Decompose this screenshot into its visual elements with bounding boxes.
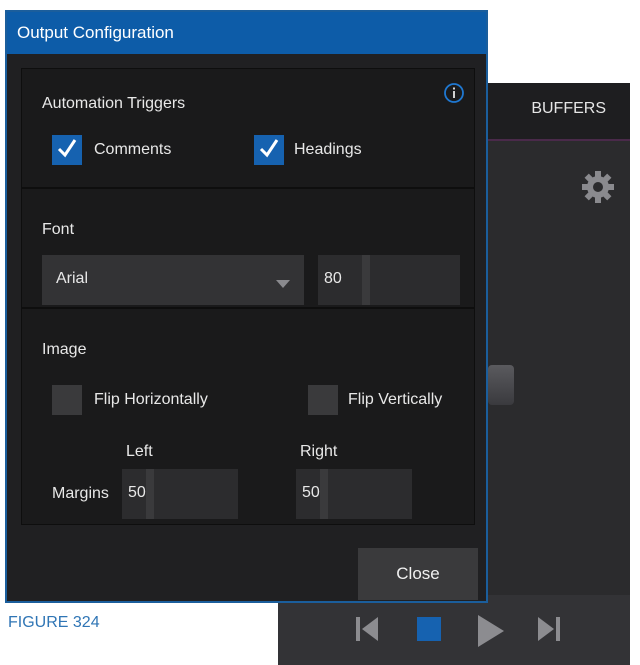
comments-label: Comments <box>94 141 172 158</box>
stop-icon[interactable] <box>416 615 442 648</box>
automation-section: Automation Triggers Comments Headings <box>22 69 474 189</box>
dialog-title: Output Configuration <box>7 12 486 54</box>
slider-handle[interactable] <box>488 365 514 405</box>
tab-buffers[interactable]: BUFFERS <box>531 100 606 118</box>
play-icon[interactable] <box>476 615 504 652</box>
transport-bar <box>278 595 630 665</box>
image-label: Image <box>42 341 87 358</box>
input-divider <box>146 469 154 519</box>
skip-back-icon[interactable] <box>356 615 380 648</box>
font-family-select[interactable]: Arial <box>42 255 304 305</box>
headings-checkbox[interactable] <box>254 135 284 165</box>
flip-horizontal-label: Flip Horizontally <box>94 391 208 408</box>
font-size-value: 80 <box>324 270 342 287</box>
left-margin-label: Left <box>126 443 153 460</box>
figure-caption: FIGURE 324 <box>8 614 100 631</box>
gear-icon[interactable] <box>580 169 616 205</box>
close-button[interactable]: Close <box>358 548 478 600</box>
dialog-body: Automation Triggers Comments Headings Fo… <box>21 68 475 525</box>
font-family-value: Arial <box>56 270 89 287</box>
comments-checkbox[interactable] <box>52 135 82 165</box>
font-size-input[interactable]: 80 <box>318 255 460 305</box>
headings-label: Headings <box>294 141 362 158</box>
output-configuration-dialog: Output Configuration Automation Triggers… <box>5 10 488 603</box>
checkmark-icon <box>56 137 78 164</box>
flip-horizontal-checkbox[interactable] <box>52 385 82 415</box>
skip-forward-icon[interactable] <box>536 615 560 648</box>
font-label: Font <box>42 221 75 238</box>
image-section: Image Flip Horizontally Flip Vertically … <box>22 309 474 522</box>
margins-label: Margins <box>52 485 109 502</box>
checkmark-icon <box>258 137 280 164</box>
chevron-down-icon <box>276 275 290 293</box>
automation-label: Automation Triggers <box>42 95 186 112</box>
input-divider <box>362 255 370 305</box>
flip-vertical-label: Flip Vertically <box>348 391 443 408</box>
flip-vertical-checkbox[interactable] <box>308 385 338 415</box>
input-divider <box>320 469 328 519</box>
right-margin-label: Right <box>300 443 338 460</box>
info-icon[interactable] <box>444 83 464 103</box>
right-margin-input[interactable]: 50 <box>296 469 412 519</box>
left-margin-input[interactable]: 50 <box>122 469 238 519</box>
